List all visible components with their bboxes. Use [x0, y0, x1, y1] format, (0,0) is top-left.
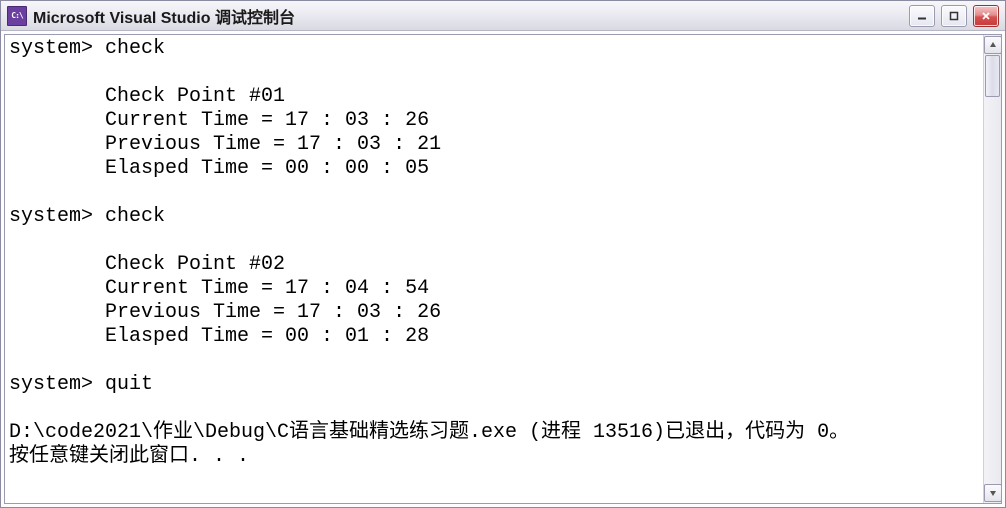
maximize-button[interactable] [941, 5, 967, 27]
scroll-thumb[interactable] [985, 55, 1000, 97]
minimize-button[interactable] [909, 5, 935, 27]
window-buttons [909, 5, 999, 27]
scroll-up-button[interactable] [984, 36, 1002, 54]
client-area: system> check Check Point #01 Current Ti… [4, 34, 1002, 504]
scroll-down-button[interactable] [984, 484, 1002, 502]
app-icon: C:\ [7, 6, 27, 26]
scroll-track[interactable] [984, 55, 1001, 483]
console-window: C:\ Microsoft Visual Studio 调试控制台 system… [0, 0, 1006, 508]
close-button[interactable] [973, 5, 999, 27]
window-title: Microsoft Visual Studio 调试控制台 [33, 4, 295, 28]
titlebar[interactable]: C:\ Microsoft Visual Studio 调试控制台 [1, 1, 1005, 31]
terminal-output[interactable]: system> check Check Point #01 Current Ti… [5, 35, 983, 503]
vertical-scrollbar[interactable] [983, 35, 1001, 503]
